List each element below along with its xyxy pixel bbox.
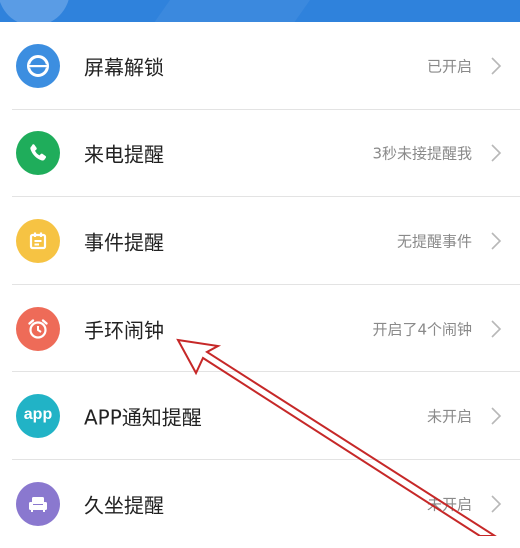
setting-label: 手环闹钟: [84, 318, 164, 343]
chevron-right-icon: [491, 57, 502, 75]
chevron-right-icon: [491, 232, 502, 250]
setting-label: 久坐提醒: [84, 493, 164, 518]
app-icon-text: app: [23, 405, 53, 423]
setting-status: 无提醒事件: [396, 232, 472, 251]
setting-status: 开启了4个闹钟: [372, 320, 472, 339]
setting-label: 来电提醒: [84, 142, 164, 167]
phone-icon: [16, 131, 60, 176]
setting-status: 3秒未接提醒我: [372, 144, 472, 163]
setting-status: 未开启: [426, 407, 472, 426]
header-bar: [0, 0, 520, 22]
chevron-right-icon: [491, 320, 502, 338]
lock-icon: [16, 43, 60, 88]
settings-row-band-alarm[interactable]: 手环闹钟 开启了4个闹钟: [0, 285, 520, 373]
chevron-right-icon: [491, 407, 502, 425]
setting-label: APP通知提醒: [84, 405, 202, 430]
chevron-right-icon: [491, 495, 502, 513]
alarm-clock-icon: [16, 306, 60, 351]
settings-row-call-reminder[interactable]: 来电提醒 3秒未接提醒我: [0, 110, 520, 198]
setting-label: 事件提醒: [84, 230, 164, 255]
settings-row-app-notification[interactable]: app APP通知提醒 未开启: [0, 372, 520, 460]
setting-label: 屏幕解锁: [84, 55, 164, 80]
chevron-right-icon: [491, 144, 502, 162]
calendar-icon: [16, 218, 60, 263]
sofa-icon: [16, 481, 60, 526]
settings-row-sedentary-reminder[interactable]: 久坐提醒 未开启: [0, 460, 520, 548]
header-decoration: [141, 0, 339, 22]
setting-status: 已开启: [426, 57, 472, 76]
settings-list: 屏幕解锁 已开启 来电提醒 3秒未接提醒我 事件提醒 无提醒事件 手环闹钟 开启…: [0, 22, 520, 548]
setting-status: 未开启: [426, 495, 472, 514]
app-icon: app: [16, 394, 60, 439]
avatar[interactable]: [0, 0, 70, 22]
settings-row-screen-unlock[interactable]: 屏幕解锁 已开启: [0, 22, 520, 110]
settings-row-event-reminder[interactable]: 事件提醒 无提醒事件: [0, 197, 520, 285]
